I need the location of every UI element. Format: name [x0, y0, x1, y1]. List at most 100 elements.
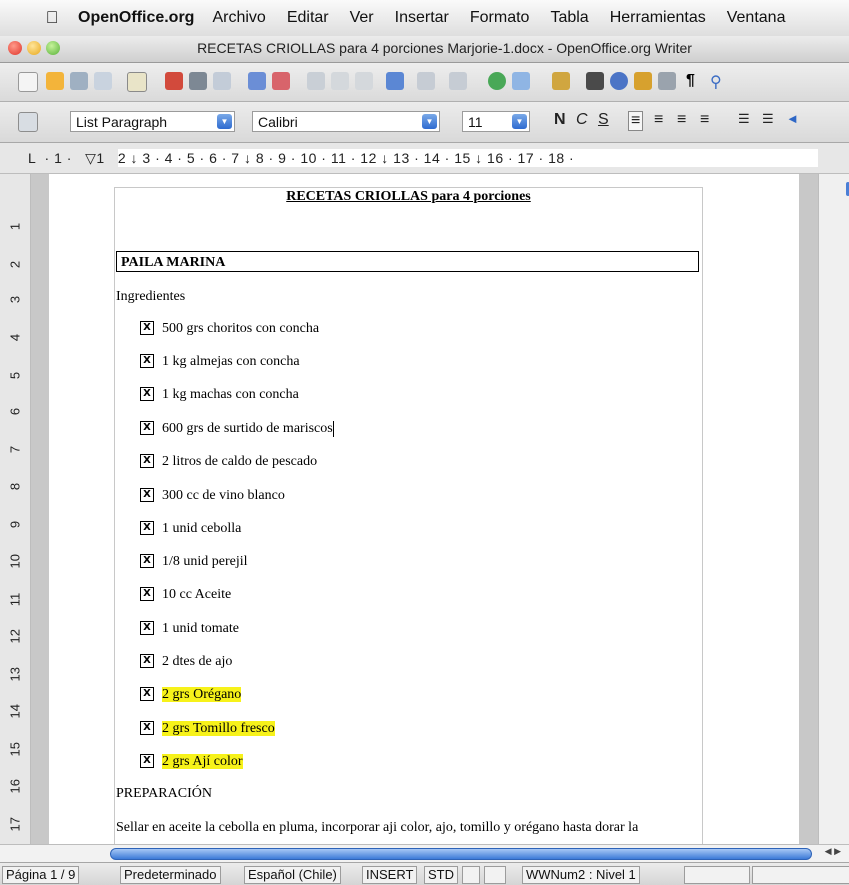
hyperlink-icon[interactable] [488, 72, 506, 90]
vruler-mark: 2 [7, 260, 23, 269]
list-item: X 2 grs Tomillo fresco [140, 719, 275, 739]
zoom-icon[interactable]: ⚲ [710, 72, 728, 91]
document-page[interactable]: RECETAS CRIOLLAS para 4 porciones PAILA … [49, 174, 799, 844]
list-item-text-highlighted: 2 grs Tomillo fresco [162, 721, 275, 736]
gallery-icon[interactable] [634, 72, 652, 90]
list-item-text: 300 cc de vino blanco [162, 488, 285, 503]
status-selection-mode[interactable]: STD [424, 866, 458, 884]
list-item: X 10 cc Aceite [140, 585, 231, 605]
undo-icon[interactable] [417, 72, 435, 90]
document-title: RECETAS CRIOLLAS para 4 porciones [286, 189, 531, 204]
font-name-value: Calibri [258, 114, 298, 130]
align-right-button[interactable]: ≡ [677, 111, 686, 129]
list-item: X 600 grs de surtido de mariscos [140, 419, 334, 439]
find-replace-icon[interactable] [586, 72, 604, 90]
styles-formatting-icon[interactable] [18, 112, 38, 132]
vruler-mark: 14 [7, 704, 23, 719]
menu-ventana[interactable]: Ventana [727, 9, 786, 27]
checkbox-icon: X [140, 586, 154, 601]
status-doc-modified[interactable] [484, 866, 506, 884]
formatting-marks-icon[interactable]: ¶ [686, 72, 704, 90]
menu-tabla[interactable]: Tabla [550, 9, 588, 27]
status-page[interactable]: Página 1 / 9 [2, 866, 80, 884]
menu-insertar[interactable]: Insertar [395, 9, 449, 27]
formatting-toolbar: List Paragraph ▼ Calibri ▼ 11 ▼ N C S ≡ … [0, 102, 849, 143]
status-page-style[interactable]: Predeterminado [120, 866, 221, 884]
underline-button[interactable]: S [598, 111, 609, 129]
copy-icon[interactable] [331, 72, 349, 90]
table-icon[interactable] [512, 72, 530, 90]
menu-herramientas[interactable]: Herramientas [610, 9, 706, 27]
font-size-combo[interactable]: 11 ▼ [462, 111, 530, 132]
checkbox-icon: X [140, 553, 154, 568]
page-preview-icon[interactable] [213, 72, 231, 90]
status-insert-mode[interactable]: INSERT [362, 866, 418, 884]
list-item-text-highlighted: 2 grs Orégano [162, 687, 242, 702]
vruler-mark: 8 [7, 482, 23, 491]
window-title: RECETAS CRIOLLAS para 4 porciones Marjor… [197, 40, 692, 56]
email-icon[interactable] [94, 72, 112, 90]
status-language[interactable]: Español (Chile) [244, 866, 341, 884]
list-item: X 500 grs choritos con concha [140, 319, 319, 339]
clone-formatting-icon[interactable] [386, 72, 404, 90]
align-left-button[interactable]: ≡ [628, 111, 644, 131]
status-signature[interactable] [462, 866, 480, 884]
italic-button[interactable]: C [576, 111, 588, 129]
vertical-ruler[interactable]: 1 2 3 4 5 6 7 8 9 10 11 12 13 14 15 16 1… [0, 174, 31, 844]
checkbox-icon: X [140, 686, 154, 701]
menu-formato[interactable]: Formato [470, 9, 530, 27]
list-item-text: 1 unid tomate [162, 621, 239, 636]
menu-app-name[interactable]: OpenOffice.org [78, 9, 194, 27]
checkbox-icon: X [140, 620, 154, 635]
autospellcheck-icon[interactable] [272, 72, 290, 90]
font-name-combo[interactable]: Calibri ▼ [252, 111, 440, 132]
vruler-mark: 9 [7, 520, 23, 529]
chevron-down-icon[interactable]: ▼ [512, 114, 527, 129]
horizontal-scroll-thumb[interactable] [110, 848, 812, 860]
horizontal-scrollbar[interactable]: ◀ ▶ [0, 844, 849, 862]
paragraph-style-value: List Paragraph [76, 114, 168, 130]
redo-icon[interactable] [449, 72, 467, 90]
text-boundaries [114, 187, 703, 844]
menu-ver[interactable]: Ver [350, 9, 374, 27]
paragraph-style-combo[interactable]: List Paragraph ▼ [70, 111, 235, 132]
decrease-indent-icon[interactable]: ◄ [786, 111, 799, 126]
preparation-text: Sellar en aceite la cebolla en pluma, in… [116, 820, 639, 835]
standard-toolbar: ¶ ⚲ [0, 63, 849, 102]
bold-button[interactable]: N [554, 111, 566, 129]
paste-icon[interactable] [355, 72, 373, 90]
save-icon[interactable] [70, 72, 88, 90]
horizontal-ruler[interactable]: L · 1 · ▽1 2 ↓ 3 · 4 · 5 · 6 · 7 ↓ 8 · 9… [0, 143, 849, 174]
menu-editar[interactable]: Editar [287, 9, 329, 27]
chevron-down-icon[interactable]: ▼ [217, 114, 232, 129]
bullets-icon[interactable]: ☰ [762, 111, 774, 127]
vruler-mark: 4 [7, 333, 23, 342]
view-layout-icon[interactable] [684, 866, 750, 884]
open-icon[interactable] [46, 72, 64, 90]
list-item: X 1 kg machas con concha [140, 385, 299, 405]
spellcheck-icon[interactable] [248, 72, 266, 90]
document-area[interactable]: RECETAS CRIOLLAS para 4 porciones PAILA … [31, 174, 818, 844]
list-item-text: 10 cc Aceite [162, 587, 232, 602]
print-icon[interactable] [189, 72, 207, 90]
cut-icon[interactable] [307, 72, 325, 90]
apple-menu-icon[interactable]:  [38, 8, 66, 28]
draw-functions-icon[interactable] [552, 72, 570, 90]
chevron-down-icon[interactable]: ▼ [422, 114, 437, 129]
align-center-button[interactable]: ≡ [654, 111, 663, 129]
vertical-scrollbar[interactable] [818, 174, 849, 844]
numbering-icon[interactable]: ☰ [738, 111, 750, 127]
scroll-arrows-icon[interactable]: ◀ ▶ [825, 846, 841, 857]
zoom-slider[interactable] [752, 866, 849, 884]
list-item: X 2 grs Orégano [140, 685, 242, 705]
justify-button[interactable]: ≡ [700, 111, 709, 129]
edit-mode-icon[interactable] [127, 72, 147, 92]
navigator-icon[interactable] [610, 72, 628, 90]
list-item: X 1 unid cebolla [140, 519, 241, 539]
vruler-mark: 6 [7, 407, 23, 416]
data-sources-icon[interactable] [658, 72, 676, 90]
menu-archivo[interactable]: Archivo [212, 9, 265, 27]
export-pdf-icon[interactable] [165, 72, 183, 90]
new-document-icon[interactable] [18, 72, 38, 92]
window-titlebar: RECETAS CRIOLLAS para 4 porciones Marjor… [0, 36, 849, 63]
